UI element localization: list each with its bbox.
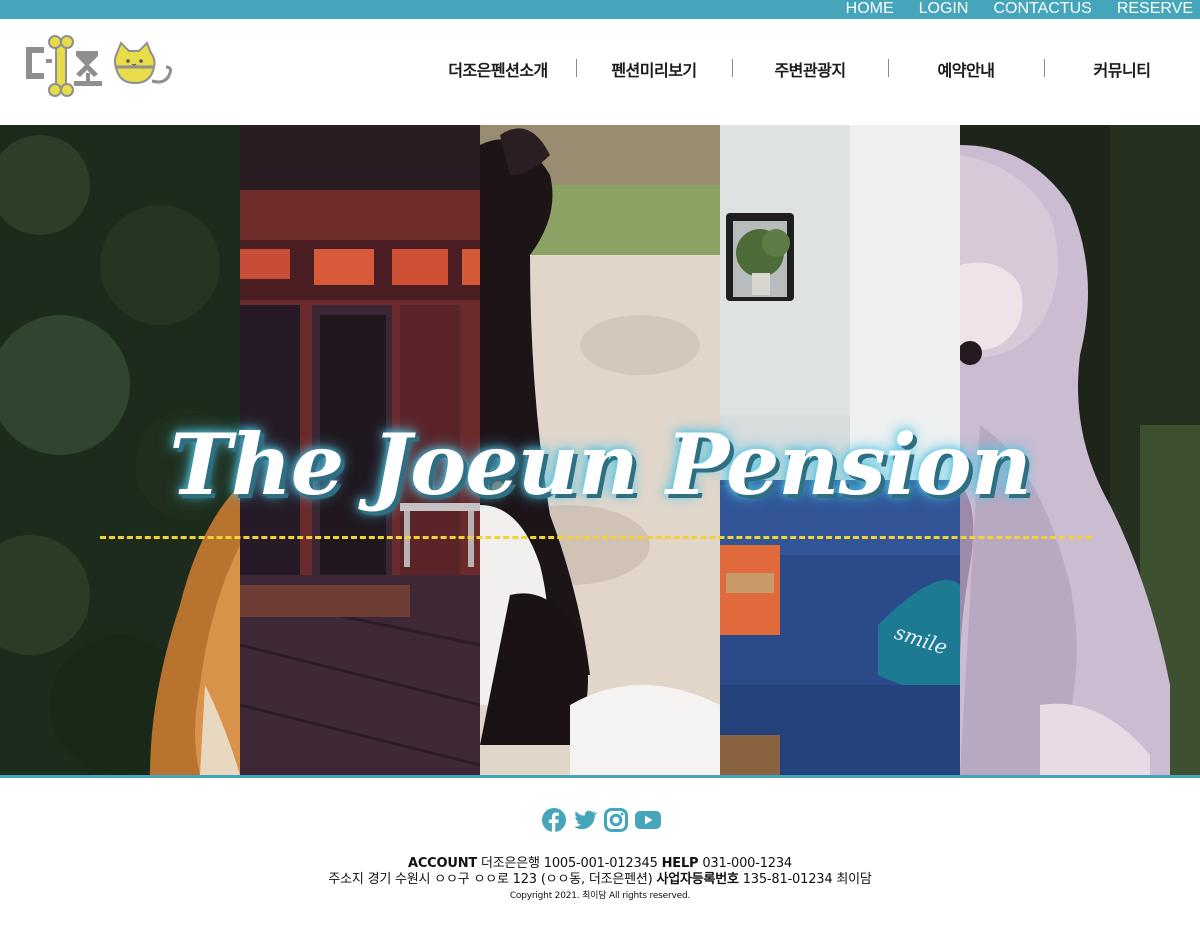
sns-links bbox=[542, 808, 661, 832]
address-label: 주소지 bbox=[328, 872, 364, 887]
nav-item-attractions: 주변관광지 bbox=[732, 57, 888, 81]
instagram-icon[interactable] bbox=[604, 808, 628, 832]
footer-info: ACCOUNT 더조은은행 1005-001-012345 HELP 031-0… bbox=[0, 856, 1200, 903]
nav-about-link[interactable]: 더조은펜션소개 bbox=[448, 61, 548, 80]
nav-community-link[interactable]: 커뮤니티 bbox=[1094, 61, 1151, 80]
facebook-icon[interactable] bbox=[542, 808, 566, 832]
logo-graphic bbox=[26, 35, 172, 97]
account-label: ACCOUNT bbox=[407, 856, 478, 871]
help-value: 031-000-1234 bbox=[702, 856, 793, 871]
nav-item-about: 더조은펜션소개 bbox=[420, 57, 576, 81]
youtube-icon[interactable] bbox=[635, 808, 661, 832]
nav-item-reservation: 예약안내 bbox=[888, 57, 1044, 81]
address-value: 경기 수원시 ㅇㅇ구 ㅇㅇ로 123 (ㅇㅇ동, 더조은펜션) bbox=[367, 872, 653, 887]
copyright: Copyright 2021. 최이담 All rights reserved. bbox=[509, 891, 691, 901]
top-utility-bar: HOME LOGIN CONTACTUS RESERVE bbox=[0, 0, 1200, 19]
twitter-icon[interactable] bbox=[573, 808, 597, 832]
site-header: 더조은펜션소개 펜션미리보기 주변관광지 예약안내 커뮤니티 bbox=[0, 19, 1200, 125]
nav-attractions-link[interactable]: 주변관광지 bbox=[774, 61, 846, 80]
account-value: 더조은은행 1005-001-012345 bbox=[481, 856, 658, 871]
nav-reservation-link[interactable]: 예약안내 bbox=[938, 61, 995, 80]
address-line: 주소지 경기 수원시 ㅇㅇ구 ㅇㅇ로 123 (ㅇㅇ동, 더조은펜션) 사업자등… bbox=[0, 872, 1200, 888]
site-logo[interactable] bbox=[24, 33, 176, 99]
contactus-link[interactable]: CONTACTUS bbox=[993, 0, 1091, 17]
help-label: HELP bbox=[661, 856, 699, 871]
hero-banner: smile The Joeun Pension bbox=[0, 125, 1200, 775]
main-navigation: 더조은펜션소개 펜션미리보기 주변관광지 예약안내 커뮤니티 bbox=[420, 57, 1200, 81]
home-link[interactable]: HOME bbox=[846, 0, 894, 17]
bizno-label: 사업자등록번호 bbox=[656, 872, 739, 887]
hero-title: The Joeun Pension bbox=[169, 415, 1032, 514]
hero-dashed-divider bbox=[100, 536, 1092, 539]
nav-item-preview: 펜션미리보기 bbox=[576, 57, 732, 81]
utility-links: HOME LOGIN CONTACTUS RESERVE bbox=[846, 0, 1193, 19]
account-line: ACCOUNT 더조은은행 1005-001-012345 HELP 031-0… bbox=[0, 856, 1200, 872]
reserve-link[interactable]: RESERVE bbox=[1117, 0, 1193, 17]
bizno-value: 135-81-01234 최이담 bbox=[742, 872, 872, 887]
login-link[interactable]: LOGIN bbox=[919, 0, 969, 17]
site-footer: ACCOUNT 더조은은행 1005-001-012345 HELP 031-0… bbox=[0, 778, 1200, 937]
nav-item-community: 커뮤니티 bbox=[1044, 57, 1200, 81]
nav-preview-link[interactable]: 펜션미리보기 bbox=[611, 61, 697, 80]
